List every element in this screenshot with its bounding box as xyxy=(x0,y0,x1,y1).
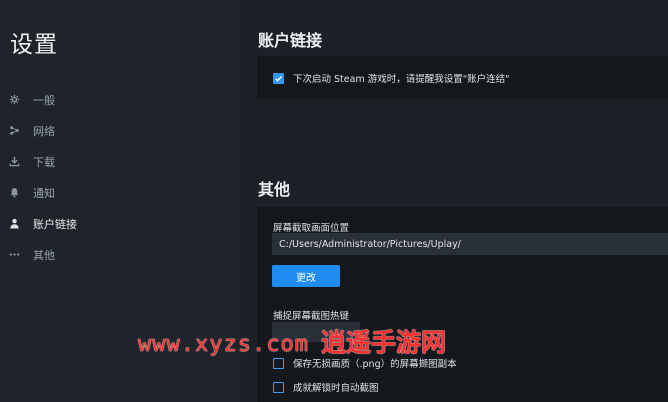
sidebar-item-label: 其他 xyxy=(33,248,55,262)
sidebar-item-other[interactable]: 其他 xyxy=(0,239,240,270)
sidebar-item-label: 下载 xyxy=(33,155,55,169)
page-title: 设置 xyxy=(10,32,58,58)
screenshot-hotkey-input[interactable] xyxy=(272,322,360,342)
auto-screenshot-row: 成就解锁时自动截图 xyxy=(273,380,379,394)
sidebar-item-label: 一般 xyxy=(33,93,55,107)
sidebar-item-account-link[interactable]: 账户链接 xyxy=(0,208,240,239)
auto-screenshot-label: 成就解锁时自动截图 xyxy=(293,383,379,394)
sidebar-item-general[interactable]: 一般 xyxy=(0,84,240,115)
sidebar-item-label: 账户链接 xyxy=(33,217,77,231)
section-title-other: 其他 xyxy=(258,180,291,199)
steam-reminder-checkbox[interactable] xyxy=(273,72,284,84)
sidebar-item-download[interactable]: 下载 xyxy=(0,146,240,177)
save-lossless-checkbox[interactable] xyxy=(273,357,284,369)
sidebar: 设置 一般 网络 下载 通知 账户链接 其他 xyxy=(0,0,240,402)
sidebar-nav: 一般 网络 下载 通知 账户链接 其他 xyxy=(0,84,240,270)
bell-icon xyxy=(7,186,21,200)
user-icon xyxy=(7,217,21,231)
sidebar-item-network[interactable]: 网络 xyxy=(0,115,240,146)
download-icon xyxy=(7,155,21,169)
steam-reminder-row: 下次启动 Steam 游戏时，请提醒我设置"账户连结" xyxy=(273,71,509,85)
screenshot-location-label: 屏幕截取画面位置 xyxy=(273,223,350,234)
save-lossless-row: 保存无损画质（.png）的屏幕撷图副本 xyxy=(273,356,457,370)
sidebar-item-label: 通知 xyxy=(33,186,55,200)
screenshot-path-input[interactable] xyxy=(272,233,668,255)
checkmark-icon xyxy=(275,75,283,82)
save-lossless-label: 保存无损画质（.png）的屏幕撷图副本 xyxy=(293,359,457,370)
change-location-button[interactable]: 更改 xyxy=(272,265,340,287)
sidebar-item-label: 网络 xyxy=(33,124,55,138)
other-panel: 屏幕截取画面位置 更改 捕捉屏幕截图热键 保存无损画质（.png）的屏幕撷图副本… xyxy=(257,207,668,402)
sidebar-item-notifications[interactable]: 通知 xyxy=(0,177,240,208)
screenshot-hotkey-label: 捕捉屏幕截图热键 xyxy=(273,311,350,322)
gear-icon xyxy=(7,93,21,107)
account-link-panel: 下次启动 Steam 游戏时，请提醒我设置"账户连结" xyxy=(257,56,668,99)
section-title-account-link: 账户链接 xyxy=(258,31,323,50)
network-icon xyxy=(7,124,21,138)
auto-screenshot-checkbox[interactable] xyxy=(273,381,284,393)
steam-reminder-label: 下次启动 Steam 游戏时，请提醒我设置"账户连结" xyxy=(293,74,510,85)
more-icon xyxy=(7,248,21,262)
main-content: 账户链接 下次启动 Steam 游戏时，请提醒我设置"账户连结" 其他 屏幕截取… xyxy=(240,0,668,402)
